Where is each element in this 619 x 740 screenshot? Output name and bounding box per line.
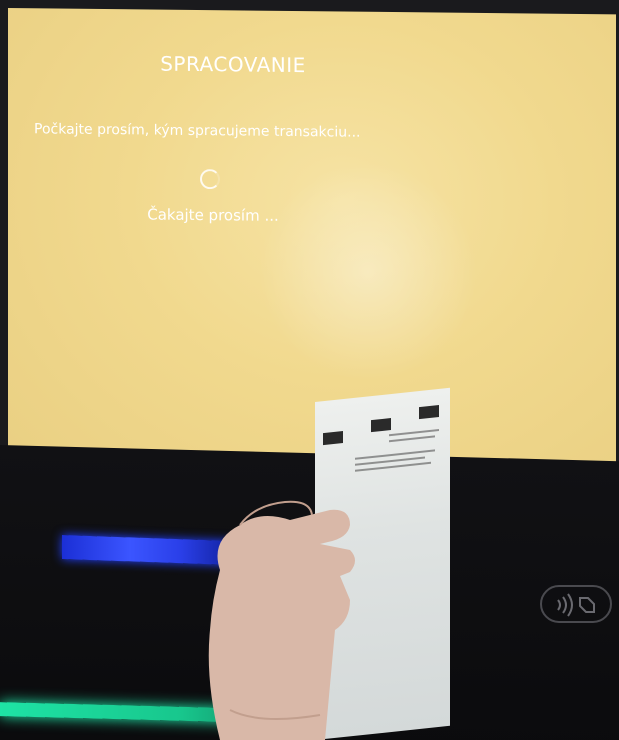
hand [208, 500, 355, 740]
receipt-text-line [389, 435, 435, 443]
kiosk-photo: SPRACOVANIE Počkajte prosím, kým spracuj… [0, 0, 619, 740]
screen-glare [258, 160, 478, 383]
receipt-logo [371, 418, 391, 433]
receipt-logo [419, 404, 439, 420]
wait-text: Čakajte prosím ... [147, 205, 279, 225]
processing-title: SPRACOVANIE [160, 51, 306, 78]
contactless-payment-icon [557, 593, 595, 617]
processing-message: Počkajte prosím, kým spracujeme transakc… [34, 121, 361, 141]
loading-spinner-icon [200, 169, 220, 190]
kiosk-screen: SPRACOVANIE Počkajte prosím, kým spracuj… [8, 8, 616, 487]
receipt-logo [323, 431, 343, 446]
